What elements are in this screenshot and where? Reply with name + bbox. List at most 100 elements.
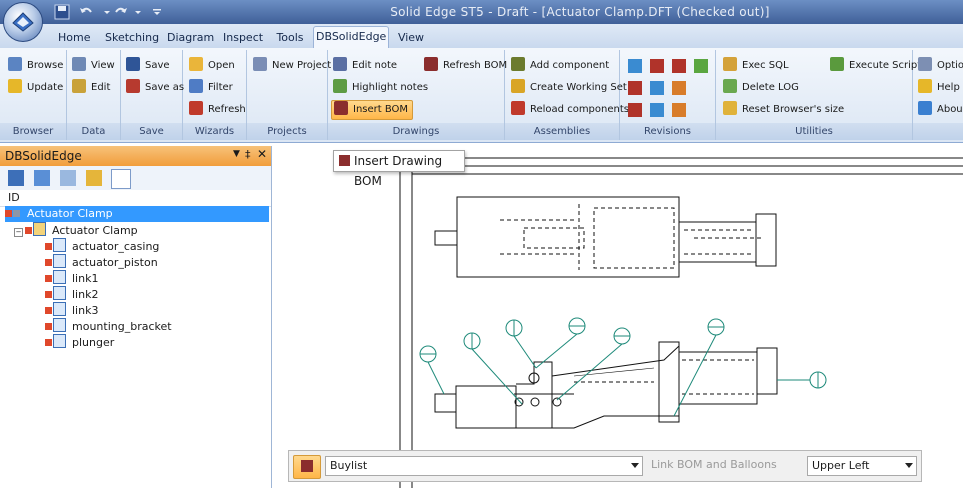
status-icon: [45, 259, 52, 266]
group-label-data: Data: [67, 123, 120, 140]
insert-bom-icon: [334, 101, 348, 115]
close-icon[interactable]: ✕: [257, 147, 267, 161]
revision-icon[interactable]: [672, 81, 686, 95]
tree-part[interactable]: actuator_casing: [45, 238, 159, 254]
customize-icon[interactable]: [152, 4, 162, 20]
group-utilities: Exec SQL Execute Script Delete LOG Reset…: [716, 50, 921, 140]
layers-icon[interactable]: [60, 170, 76, 186]
revision-icon[interactable]: [672, 103, 686, 117]
part-icon: [53, 254, 66, 268]
collapse-icon[interactable]: −: [14, 228, 23, 237]
undo-icon[interactable]: [78, 4, 94, 20]
grid-view-icon[interactable]: [111, 169, 131, 189]
insert-bom-icon: [301, 460, 313, 472]
part-icon: [53, 318, 66, 332]
filter-button[interactable]: Filter: [189, 79, 233, 97]
tab-view[interactable]: View: [394, 28, 428, 48]
view-data-button[interactable]: View: [72, 57, 115, 75]
group-label-save: Save: [121, 123, 182, 140]
options-button[interactable]: Optio: [918, 57, 963, 75]
chevron-down-icon: [631, 463, 639, 468]
reload-components-button[interactable]: Reload components: [511, 101, 629, 119]
delete-log-button[interactable]: Delete LOG: [723, 79, 799, 97]
filter-icon: [189, 79, 203, 93]
tab-tools[interactable]: Tools: [273, 28, 307, 48]
tab-diagram[interactable]: Diagram: [165, 28, 214, 48]
revision-icon[interactable]: [672, 59, 686, 73]
revision-icon[interactable]: [628, 81, 642, 95]
exec-sql-button[interactable]: Exec SQL: [723, 57, 789, 75]
delete-log-icon: [723, 79, 737, 93]
select-icon[interactable]: [34, 170, 50, 186]
tab-sketching[interactable]: Sketching: [103, 28, 159, 48]
edit-note-button[interactable]: Edit note: [333, 57, 397, 75]
tab-dbsolidedge[interactable]: DBSolidEdge: [313, 26, 389, 49]
tree-part[interactable]: link2: [45, 286, 98, 302]
open-button[interactable]: Open: [189, 57, 235, 75]
save-as-icon: [126, 79, 140, 93]
drawing-canvas[interactable]: [274, 146, 963, 488]
execute-script-button[interactable]: Execute Script: [830, 57, 921, 75]
revision-icon[interactable]: [628, 59, 642, 73]
position-dropdown[interactable]: Upper Left: [807, 456, 917, 476]
tree-root[interactable]: Actuator Clamp: [5, 206, 269, 222]
link-bom-balloons-field[interactable]: Link BOM and Balloons: [651, 456, 781, 474]
status-icon: [45, 307, 52, 314]
edit-data-button[interactable]: Edit: [72, 79, 110, 97]
status-icon: [45, 323, 52, 330]
refresh-bom-button[interactable]: Refresh BOM: [424, 57, 507, 75]
group-wizards: Open Filter Refresh Wizards: [183, 50, 247, 140]
reset-browser-size-button[interactable]: Reset Browser's size: [723, 101, 844, 119]
tree-part[interactable]: link3: [45, 302, 98, 318]
revision-icon[interactable]: [694, 59, 708, 73]
update-icon: [8, 79, 22, 93]
create-working-set-button[interactable]: Create Working Set: [511, 79, 627, 97]
status-icon: [45, 243, 52, 250]
add-component-button[interactable]: Add component: [511, 57, 609, 75]
tree-part[interactable]: plunger: [45, 334, 114, 350]
column-header[interactable]: ID: [0, 190, 271, 207]
tree-assembly[interactable]: − Actuator Clamp: [14, 222, 138, 238]
column-header-id: ID: [8, 191, 20, 204]
group-label-assemblies: Assemblies: [505, 123, 619, 140]
panel-dropdown-icon[interactable]: ▼: [233, 149, 240, 159]
reload-icon: [511, 101, 525, 115]
group-help: Optio Help Abou: [913, 50, 963, 140]
status-icon: [45, 339, 52, 346]
update-button[interactable]: Update: [8, 79, 63, 97]
revision-icon[interactable]: [650, 59, 664, 73]
save-as-button[interactable]: Save as: [126, 79, 184, 97]
chevron-down-icon[interactable]: [134, 4, 142, 20]
tree-part[interactable]: link1: [45, 270, 98, 286]
application-button[interactable]: [3, 2, 43, 42]
panel-toolbar: [0, 166, 271, 191]
pin-icon[interactable]: ‡: [245, 148, 251, 161]
tree-part[interactable]: mounting_bracket: [45, 318, 172, 334]
bom-type-value: Buylist: [330, 459, 368, 472]
highlight-notes-button[interactable]: Highlight notes: [333, 79, 428, 97]
tab-home[interactable]: Home: [56, 28, 92, 48]
insert-bom-button[interactable]: [293, 455, 321, 479]
tab-inspect[interactable]: Inspect: [221, 28, 263, 48]
new-project-button[interactable]: New Project: [253, 57, 331, 75]
bom-type-dropdown[interactable]: Buylist: [325, 456, 643, 476]
revision-icon[interactable]: [628, 103, 642, 117]
dbsolidedge-panel: DBSolidEdge ▼ ‡ ✕ ID Actuator Clamp − Act…: [0, 146, 272, 488]
revision-icon[interactable]: [650, 81, 664, 95]
browse-button[interactable]: Browse: [8, 57, 63, 75]
part-icon: [53, 238, 66, 252]
about-button[interactable]: Abou: [918, 101, 963, 119]
part-icon: [53, 270, 66, 284]
chevron-down-icon[interactable]: [103, 4, 111, 20]
tree-part[interactable]: actuator_piston: [45, 254, 158, 270]
browse-tree-icon[interactable]: [8, 170, 24, 186]
refresh-icon: [189, 101, 203, 115]
redo-icon[interactable]: [113, 4, 129, 20]
save-button[interactable]: Save: [126, 57, 170, 75]
revision-icon[interactable]: [650, 103, 664, 117]
refresh-button[interactable]: Refresh: [189, 101, 246, 119]
insert-bom-button[interactable]: Insert BOM: [331, 100, 414, 120]
folder-icon[interactable]: [86, 170, 102, 186]
save-icon[interactable]: [54, 4, 70, 20]
help-button[interactable]: Help: [918, 79, 960, 97]
